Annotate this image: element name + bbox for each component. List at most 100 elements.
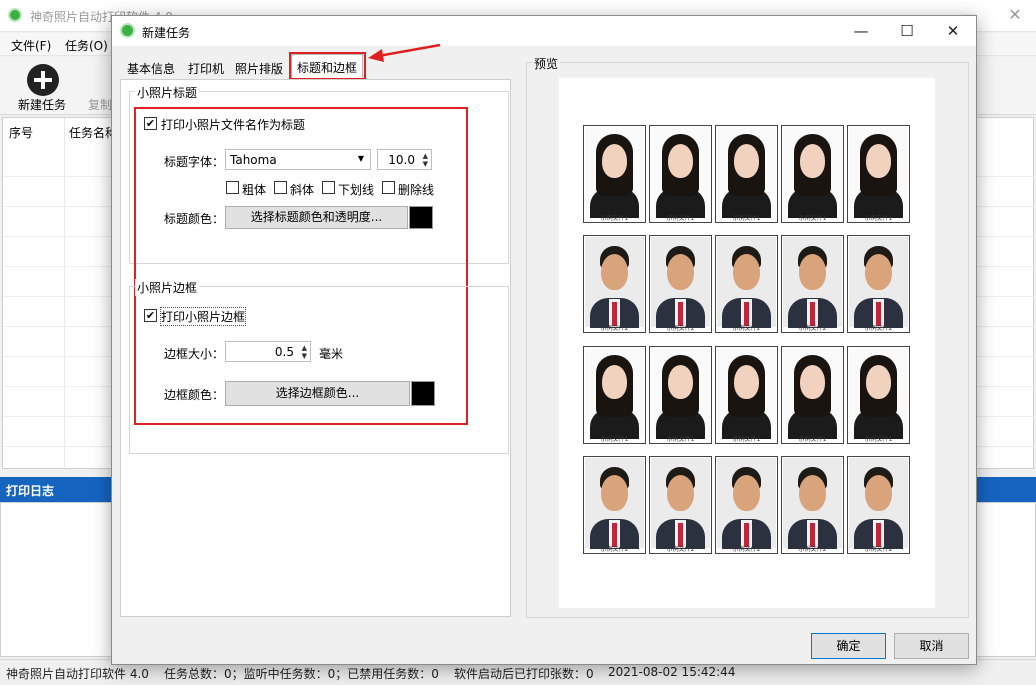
preview-paper: 示例文件1 示例文件1 示例文件1 示例文件1 示例文件1 示例文件2 示例文件2 示例文件2… (559, 78, 935, 608)
preview-photo-male: 示例文件2 (715, 456, 778, 554)
preview-caption: 示例文件2 (864, 546, 893, 553)
menu-file[interactable]: 文件(F) (11, 37, 51, 54)
border-group-label: 小照片边框 (135, 279, 200, 296)
print-filename-label[interactable]: 打印小照片文件名作为标题 (161, 116, 305, 133)
strikeout-label[interactable]: 删除线 (398, 181, 434, 198)
column-header-task-name[interactable]: 任务名称 (69, 124, 117, 141)
title-color-swatch (409, 206, 433, 229)
tab-basic-info[interactable]: 基本信息 (122, 56, 180, 78)
title-font-value: Tahoma (230, 153, 277, 167)
new-task-dialog: 新建任务 — ☐ ✕ 基本信息 打印机 照片排版 标题和边框 小照片标题 ✔ 打… (111, 15, 977, 665)
border-color-swatch (411, 381, 435, 406)
status-app-name: 神奇照片自动打印软件 4.0 (6, 667, 149, 681)
copy-button[interactable]: 复制 (88, 96, 112, 113)
border-size-label: 边框大小： (164, 347, 225, 361)
preview-photo-male: 示例文件2 (781, 456, 844, 554)
title-color-button[interactable]: 选择标题颜色和透明度... (225, 206, 408, 229)
preview-caption: 示例文件1 (798, 436, 827, 443)
preview-caption: 示例文件2 (600, 546, 629, 553)
app-icon (8, 8, 22, 22)
preview-caption: 示例文件1 (666, 436, 695, 443)
preview-caption: 示例文件2 (732, 325, 761, 332)
preview-photo-female: 示例文件1 (583, 125, 646, 223)
close-icon[interactable]: ✕ (930, 16, 976, 46)
preview-caption: 示例文件2 (864, 325, 893, 332)
preview-caption: 示例文件2 (798, 546, 827, 553)
preview-photo-male: 示例文件2 (781, 235, 844, 333)
title-color-label: 标题颜色： (164, 212, 225, 226)
title-font-size-value: 10.0 (388, 153, 415, 167)
preview-photo-male: 示例文件2 (649, 235, 712, 333)
title-border-tab-panel: 小照片标题 ✔ 打印小照片文件名作为标题 标题字体： Tahoma ▼ 10.0… (120, 79, 511, 617)
print-border-checkbox[interactable]: ✔ (144, 309, 157, 322)
preview-photo-female: 示例文件1 (715, 125, 778, 223)
preview-caption: 示例文件2 (600, 325, 629, 332)
title-font-label: 标题字体： (164, 155, 225, 169)
preview-photo-female: 示例文件1 (715, 346, 778, 444)
underline-checkbox[interactable] (322, 181, 335, 194)
border-size-spinner[interactable]: 0.5 ▲ ▼ (225, 341, 311, 362)
column-header-index[interactable]: 序号 (9, 124, 33, 141)
status-printed-count: 软件启动后已打印张数：0 (454, 667, 594, 681)
preview-label: 预览 (532, 55, 561, 72)
app-icon (120, 23, 135, 38)
preview-caption: 示例文件2 (666, 546, 695, 553)
preview-caption: 示例文件1 (666, 215, 695, 222)
border-color-label: 边框颜色： (164, 388, 225, 402)
title-font-select[interactable]: Tahoma ▼ (225, 149, 371, 170)
ok-button[interactable]: 确定 (811, 633, 886, 659)
bold-checkbox[interactable] (226, 181, 239, 194)
preview-caption: 示例文件1 (864, 436, 893, 443)
new-task-button[interactable]: 新建任务 (18, 96, 66, 113)
preview-caption: 示例文件1 (600, 215, 629, 222)
dialog-title-bar: 新建任务 — ☐ ✕ (112, 16, 976, 46)
title-font-size-spinner[interactable]: 10.0 ▲ ▼ (377, 149, 432, 170)
preview-caption: 示例文件1 (732, 215, 761, 222)
border-size-value: 0.5 (274, 345, 294, 359)
tab-highlight-box (289, 52, 366, 80)
italic-checkbox[interactable] (274, 181, 287, 194)
preview-photo-female: 示例文件1 (781, 346, 844, 444)
menu-task[interactable]: 任务(O) (65, 37, 108, 54)
border-size-unit: 毫米 (319, 347, 344, 361)
preview-caption: 示例文件2 (798, 325, 827, 332)
print-border-label[interactable]: 打印小照片边框 (159, 307, 247, 326)
title-group-label: 小照片标题 (135, 84, 200, 101)
plus-icon[interactable] (27, 64, 59, 96)
preview-photo-male: 示例文件2 (847, 456, 910, 554)
border-color-button[interactable]: 选择边框颜色... (225, 381, 410, 406)
strikeout-checkbox[interactable] (382, 181, 395, 194)
minimize-icon[interactable]: — (838, 16, 884, 46)
spin-arrow-icon[interactable]: ▲ ▼ (302, 344, 307, 360)
status-datetime: 2021-08-02 15:42:44 (608, 665, 736, 679)
preview-caption: 示例文件1 (864, 215, 893, 222)
preview-photo-male: 示例文件2 (649, 456, 712, 554)
red-arrow-icon (368, 43, 441, 62)
tab-photo-layout[interactable]: 照片排版 (230, 56, 288, 78)
preview-caption: 示例文件1 (798, 215, 827, 222)
print-filename-checkbox[interactable]: ✔ (144, 117, 157, 130)
preview-caption: 示例文件1 (732, 436, 761, 443)
status-task-stats: 任务总数：0；监听中任务数：0；已禁用任务数：0 (164, 667, 439, 681)
preview-photo-male: 示例文件2 (583, 235, 646, 333)
italic-label[interactable]: 斜体 (290, 181, 314, 198)
cancel-button[interactable]: 取消 (894, 633, 969, 659)
bold-label[interactable]: 粗体 (242, 181, 266, 198)
dialog-title: 新建任务 (142, 26, 191, 40)
dropdown-arrow-icon: ▼ (357, 154, 364, 163)
preview-caption: 示例文件1 (600, 436, 629, 443)
underline-label[interactable]: 下划线 (338, 181, 374, 198)
preview-photo-male: 示例文件2 (583, 456, 646, 554)
preview-photo-female: 示例文件1 (649, 125, 712, 223)
main-close-icon[interactable]: ✕ (1000, 4, 1030, 26)
preview-photo-female: 示例文件1 (781, 125, 844, 223)
preview-photo-female: 示例文件1 (649, 346, 712, 444)
preview-photo-male: 示例文件2 (715, 235, 778, 333)
preview-photo-male: 示例文件2 (847, 235, 910, 333)
maximize-icon[interactable]: ☐ (884, 16, 930, 46)
preview-photo-female: 示例文件1 (583, 346, 646, 444)
tab-printer[interactable]: 打印机 (183, 56, 229, 78)
preview-caption: 示例文件2 (666, 325, 695, 332)
spin-arrow-icon[interactable]: ▲ ▼ (423, 152, 428, 168)
preview-photo-female: 示例文件1 (847, 346, 910, 444)
